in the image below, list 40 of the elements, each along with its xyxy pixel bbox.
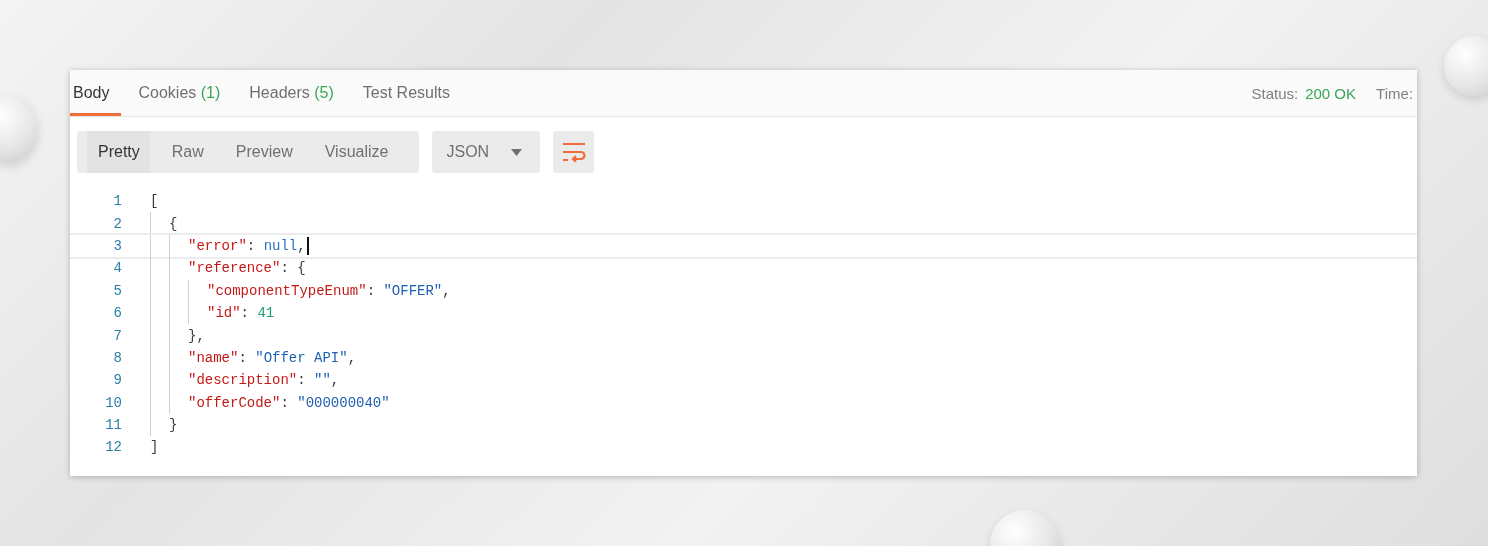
code-line: "offerCode": "000000040" [188,394,390,411]
line-number: 8 [112,349,122,366]
line-number: 6 [112,305,122,322]
view-mode-button[interactable]: Visualize [313,131,399,173]
line-number: 2 [112,215,122,232]
code-line: { [169,215,178,232]
line-number: 4 [112,260,122,277]
line-number: 5 [112,282,122,299]
line-number: 10 [104,394,122,411]
response-tab[interactable]: Body [70,70,122,116]
code-line: ] [150,439,159,456]
code-line: "reference": { [188,260,306,277]
line-number: 7 [112,327,122,344]
code-line: "description": "", [188,372,340,389]
line-number: 3 [112,237,122,254]
line-number: 1 [112,193,122,210]
code-line: } [169,417,178,434]
code-line: }, [188,327,205,344]
status-label: Status: [1251,83,1299,104]
response-tab[interactable]: Test Results [359,70,462,116]
code-line: "id": 41 [207,305,275,322]
wrap-lines-icon [561,142,586,162]
code-line: "name": "Offer API", [188,349,357,366]
response-tab[interactable]: Cookies (1) [135,70,233,116]
sphere-decoration [1444,36,1488,96]
caret-icon [511,148,523,156]
line-number: 11 [104,417,122,434]
line-number: 9 [112,372,122,389]
time-label: Time: [1376,83,1413,104]
code-line: "error": null, [188,236,309,255]
status-value: 200 OK [1305,83,1357,104]
wrap-button[interactable] [553,131,595,173]
code-line: "componentTypeEnum": "OFFER", [207,282,451,299]
view-mode-button[interactable]: Raw [160,131,214,173]
line-number: 12 [104,439,122,456]
code-line: [ [150,193,159,210]
view-mode-button[interactable]: Preview [224,131,303,173]
response-tab[interactable]: Headers (5) [246,70,346,116]
view-mode-button[interactable]: Pretty [87,131,150,173]
format-dropdown[interactable]: JSON [432,131,541,173]
